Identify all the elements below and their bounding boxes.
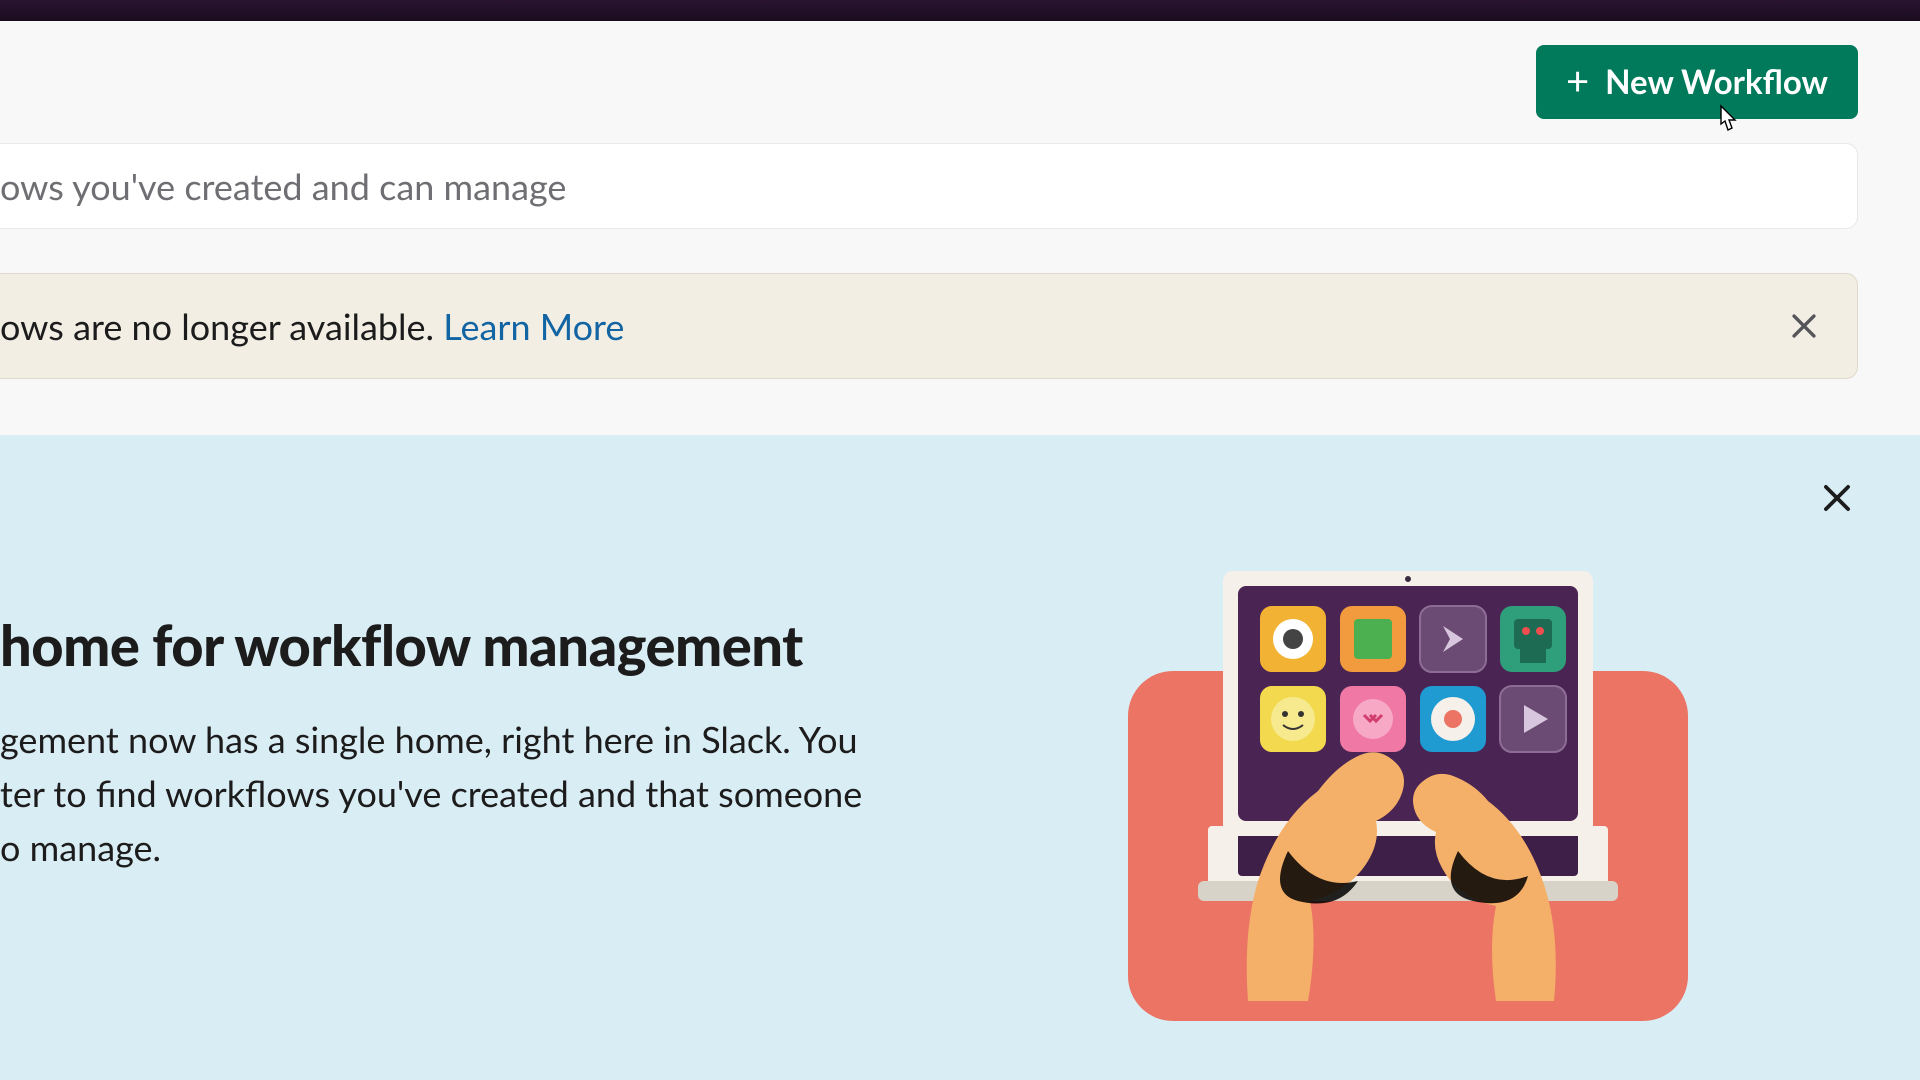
plus-icon: + — [1566, 70, 1589, 90]
learn-more-link[interactable]: Learn More — [443, 304, 624, 348]
promo-copy: home for workflow management gement now … — [0, 491, 1028, 874]
close-icon[interactable] — [1787, 309, 1821, 343]
notice-text: ows are no longer available. Learn More — [0, 304, 624, 348]
promo-title: home for workflow management — [0, 611, 1028, 678]
workflows-filter-description: ows you've created and can manage — [0, 143, 1858, 229]
new-workflow-button[interactable]: + New Workflow — [1536, 45, 1858, 119]
close-icon[interactable] — [1818, 479, 1856, 517]
deprecation-notice-banner: ows are no longer available. Learn More — [0, 273, 1858, 379]
window-titlebar — [0, 0, 1920, 21]
promo-body: gement now has a single home, right here… — [0, 712, 1028, 874]
laptop-illustration — [1088, 491, 1728, 1031]
workflow-home-promo-panel: home for workflow management gement now … — [0, 435, 1920, 1080]
new-workflow-label: New Workflow — [1605, 62, 1828, 102]
filter-text: ows you've created and can manage — [0, 164, 566, 208]
page-header: + New Workflow — [0, 21, 1920, 143]
notice-msg-fragment: ows are no longer available. — [0, 304, 443, 348]
